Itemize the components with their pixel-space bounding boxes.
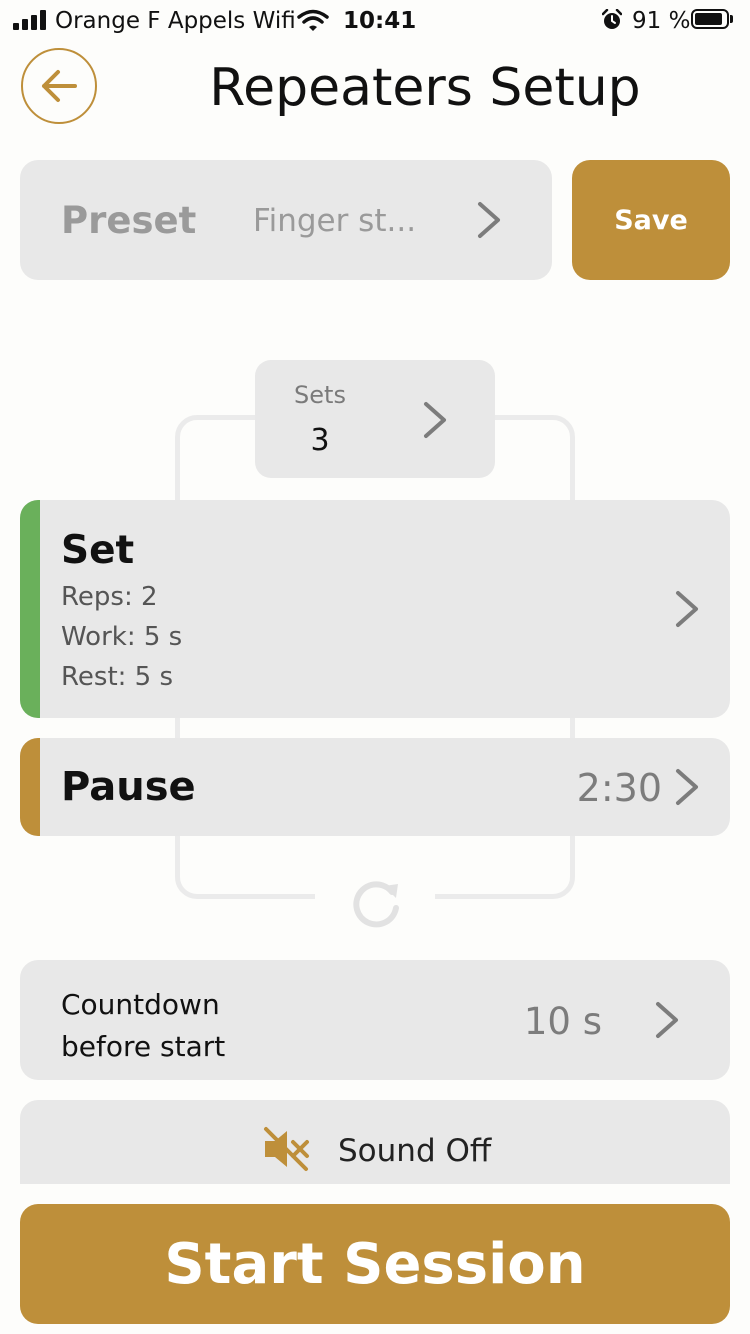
page-title: Repeaters Setup (209, 58, 641, 118)
set-rest: Rest: 5 s (61, 662, 174, 692)
clock-time: 10:41 (343, 8, 417, 34)
speaker-muted-icon (264, 1127, 309, 1171)
pause-title: Pause (61, 764, 196, 810)
sets-selector[interactable] (255, 360, 495, 478)
save-button[interactable]: Save (572, 160, 730, 280)
wifi-icon (297, 9, 329, 31)
alarm-icon (602, 9, 622, 29)
pause-value: 2:30 (576, 766, 662, 810)
set-accent-stripe (20, 500, 40, 718)
chevron-right-icon (424, 402, 446, 438)
battery-icon (691, 9, 735, 31)
set-title: Set (61, 528, 135, 573)
countdown-label-line2: before start (61, 1030, 226, 1063)
set-work: Work: 5 s (61, 622, 183, 652)
status-bar: Orange F Appels Wifi 10:41 91 % (0, 0, 750, 42)
carrier-name: Orange F Appels Wifi (55, 8, 296, 34)
set-reps: Reps: 2 (61, 582, 158, 612)
sets-label: Sets (294, 381, 346, 409)
preset-label: Preset (61, 199, 197, 242)
sets-value: 3 (310, 423, 330, 458)
arrow-left-icon (42, 70, 77, 102)
countdown-label: Countdown before start (61, 984, 321, 1068)
chevron-right-icon (676, 769, 698, 805)
back-button[interactable] (21, 48, 97, 124)
start-session-button[interactable]: Start Session (20, 1204, 730, 1324)
countdown-label-line1: Countdown (61, 988, 220, 1021)
battery-percent: 91 % (632, 8, 691, 34)
chevron-right-icon (676, 591, 698, 627)
pause-accent-stripe (20, 738, 40, 836)
chevron-right-icon (656, 1002, 678, 1038)
sound-label: Sound Off (338, 1133, 492, 1169)
signal-icon (13, 10, 49, 30)
preset-value: Finger st... (253, 203, 417, 239)
chevron-right-icon (478, 202, 500, 238)
repeat-icon (353, 881, 399, 928)
countdown-value: 10 s (523, 1000, 602, 1043)
